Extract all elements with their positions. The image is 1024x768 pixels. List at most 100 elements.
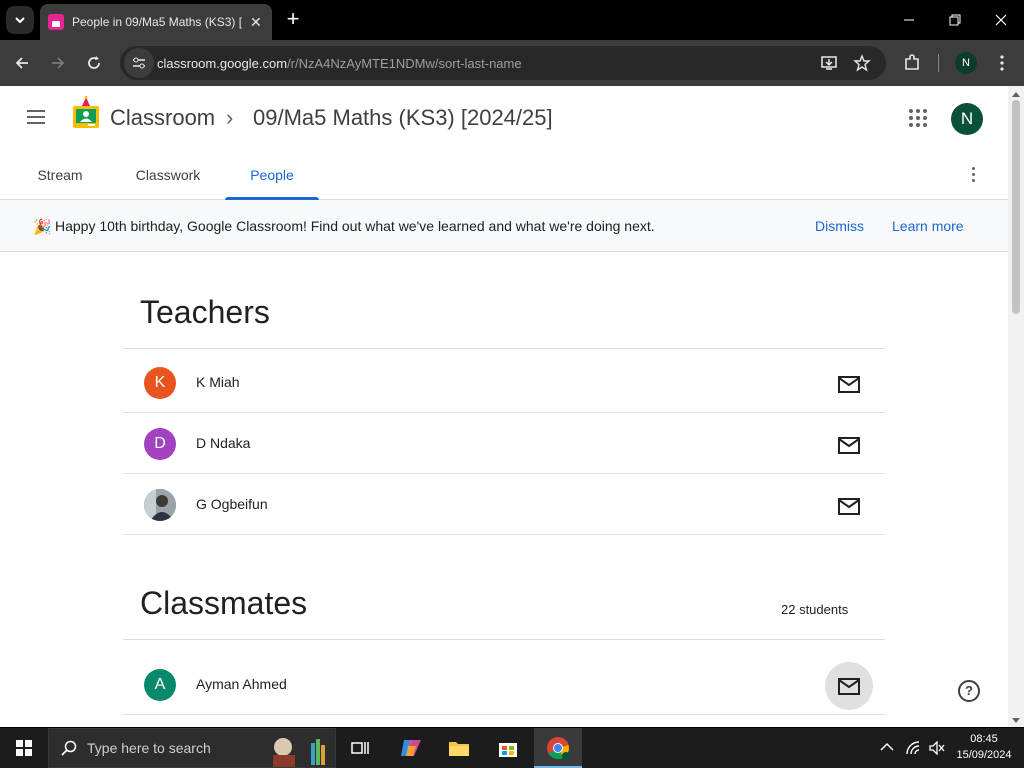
- person-name: D Ndaka: [196, 435, 251, 451]
- system-clock[interactable]: 08:45 15/09/2024: [952, 731, 1016, 763]
- reload-button[interactable]: [81, 50, 107, 76]
- email-button[interactable]: [825, 482, 873, 530]
- chrome-taskbar-button[interactable]: [534, 728, 582, 768]
- microsoft-store-button[interactable]: [494, 734, 522, 762]
- person-name: G Ogbeifun: [196, 496, 268, 512]
- install-app-icon[interactable]: [820, 54, 838, 72]
- browser-titlebar: People in 09/Ma5 Maths (KS3) [ ✕ +: [0, 0, 1024, 40]
- tab-search-button[interactable]: [6, 6, 34, 34]
- extensions-button[interactable]: [899, 50, 925, 76]
- show-hidden-icons-icon[interactable]: [880, 742, 894, 752]
- close-icon: [995, 14, 1007, 26]
- class-title[interactable]: 09/Ma5 Maths (KS3) [2024/25]: [253, 105, 553, 131]
- folder-icon: [449, 742, 469, 756]
- app-header: Classroom › 09/Ma5 Maths (KS3) [2024/25]…: [0, 86, 1008, 150]
- reload-icon: [88, 56, 100, 69]
- arrow-left-icon: [15, 57, 28, 69]
- student-row: A Ayman Ahmed: [123, 654, 885, 715]
- person-name: K Miah: [196, 374, 240, 390]
- bookmark-star-icon[interactable]: [853, 54, 871, 72]
- teachers-divider: [123, 348, 885, 349]
- task-view-icon: [351, 742, 369, 754]
- browser-tab[interactable]: People in 09/Ma5 Maths (KS3) [ ✕: [40, 4, 272, 40]
- address-bar[interactable]: classroom.google.com/r/NzA4NzAyMTE1NDMw/…: [120, 46, 886, 80]
- avatar: [144, 489, 176, 521]
- classroom-page: Classroom › 09/Ma5 Maths (KS3) [2024/25]…: [0, 86, 1008, 727]
- class-tabs: Stream Classwork People: [0, 150, 1008, 200]
- announcement-banner: 🎉 Happy 10th birthday, Google Classroom!…: [0, 200, 1008, 252]
- main-menu-button[interactable]: [22, 106, 50, 130]
- tab-classwork[interactable]: Classwork: [122, 150, 214, 199]
- restore-button[interactable]: [932, 0, 978, 40]
- minimize-button[interactable]: [886, 0, 932, 40]
- scroll-up-icon[interactable]: [1012, 92, 1020, 97]
- restore-icon: [949, 14, 961, 26]
- profile-photo-icon: [144, 489, 176, 521]
- email-button[interactable]: [825, 360, 873, 408]
- minimize-icon: [904, 19, 914, 21]
- forward-button[interactable]: [45, 50, 71, 76]
- chrome-icon: [547, 737, 570, 760]
- page-scrollbar[interactable]: [1008, 86, 1024, 727]
- network-icon[interactable]: [905, 740, 923, 756]
- tab-title: People in 09/Ma5 Maths (KS3) [: [72, 15, 243, 29]
- mail-icon: [838, 497, 860, 515]
- file-explorer-button[interactable]: [445, 734, 473, 762]
- search-icon: [61, 740, 77, 756]
- class-options-icon[interactable]: [971, 167, 977, 183]
- classroom-favicon-icon: [48, 14, 64, 30]
- party-popper-icon: 🎉: [33, 219, 52, 236]
- clock-date: 15/09/2024: [956, 749, 1012, 761]
- store-icon: [499, 743, 517, 757]
- start-button[interactable]: [0, 728, 48, 768]
- classmates-divider: [123, 639, 885, 640]
- task-view-button[interactable]: [346, 734, 374, 762]
- profile-avatar[interactable]: N: [955, 52, 977, 74]
- teachers-heading: Teachers: [140, 294, 270, 330]
- person-name: Ayman Ahmed: [196, 676, 287, 692]
- url-host: classroom.google.com: [157, 55, 288, 71]
- close-tab-icon[interactable]: ✕: [250, 14, 262, 31]
- banner-message: Happy 10th birthday, Google Classroom! F…: [55, 218, 655, 234]
- student-count: 22 students: [781, 602, 849, 617]
- app-brand[interactable]: Classroom: [110, 105, 215, 131]
- copilot-button[interactable]: [397, 734, 425, 762]
- browser-toolbar: classroom.google.com/r/NzA4NzAyMTE1NDMw/…: [0, 40, 1024, 86]
- help-button[interactable]: ?: [958, 680, 980, 702]
- chevron-down-icon: [15, 17, 25, 24]
- windows-taskbar: Type here to search 08:45 15/09/2024: [0, 728, 1024, 768]
- url-text: classroom.google.com/r/NzA4NzAyMTE1NDMw/…: [157, 56, 522, 71]
- avatar: K: [144, 367, 176, 399]
- google-apps-icon[interactable]: [909, 109, 927, 127]
- teacher-row: D D Ndaka: [123, 413, 885, 474]
- account-avatar[interactable]: N: [951, 103, 983, 135]
- classmates-heading: Classmates: [140, 585, 308, 621]
- email-button[interactable]: [825, 662, 873, 710]
- scrollbar-thumb[interactable]: [1012, 100, 1020, 314]
- tab-people[interactable]: People: [225, 150, 319, 200]
- breadcrumb-chevron-icon: ›: [226, 105, 234, 130]
- mail-icon: [838, 436, 860, 454]
- avatar: D: [144, 428, 176, 460]
- email-button[interactable]: [825, 421, 873, 469]
- clock-time: 08:45: [970, 733, 998, 745]
- learn-more-link[interactable]: Learn more: [892, 218, 964, 234]
- tab-stream[interactable]: Stream: [20, 150, 100, 199]
- search-highlight-icon: [273, 738, 325, 767]
- back-button[interactable]: [9, 50, 35, 76]
- taskbar-search[interactable]: Type here to search: [48, 728, 336, 768]
- mail-icon: [838, 677, 860, 695]
- chrome-menu-button[interactable]: [989, 50, 1015, 76]
- windows-logo-icon: [16, 740, 32, 756]
- mail-icon: [838, 375, 860, 393]
- close-window-button[interactable]: [978, 0, 1024, 40]
- new-tab-button[interactable]: +: [282, 8, 304, 30]
- classroom-logo-icon[interactable]: [72, 96, 100, 130]
- dismiss-button[interactable]: Dismiss: [815, 218, 864, 234]
- toolbar-divider: [938, 54, 939, 72]
- volume-muted-icon[interactable]: [929, 741, 945, 755]
- teacher-row: K K Miah: [123, 352, 885, 413]
- site-info-icon[interactable]: [124, 48, 154, 78]
- scroll-down-icon[interactable]: [1012, 718, 1020, 723]
- puzzle-icon: [905, 54, 919, 70]
